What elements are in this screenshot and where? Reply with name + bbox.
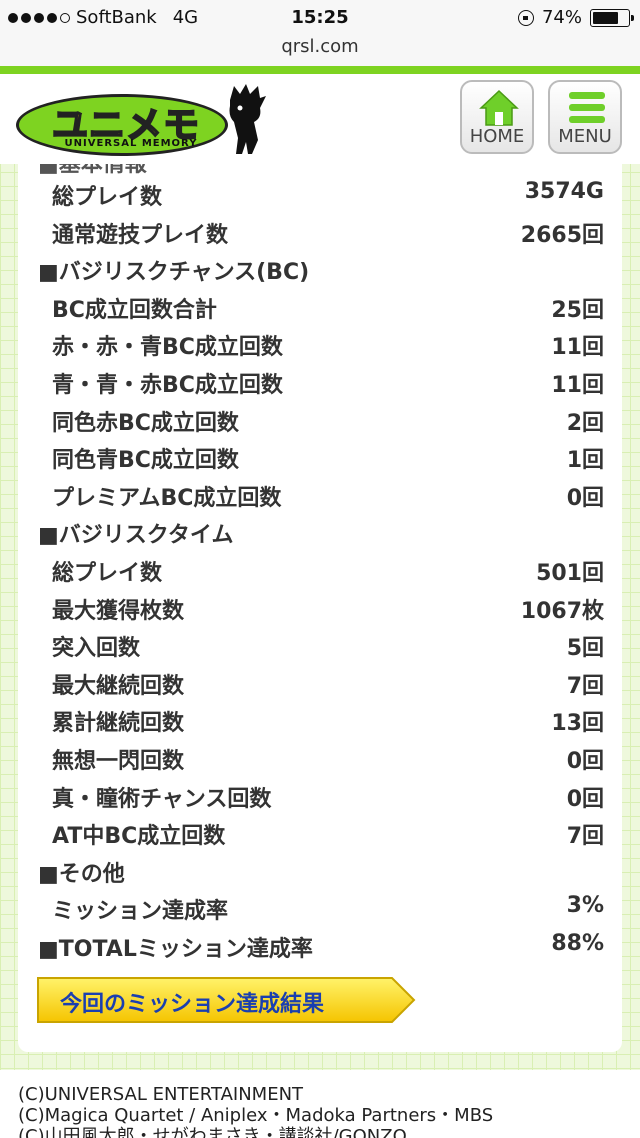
- stat-label: 突入回数: [52, 636, 141, 662]
- section-heading-bc: ■バジリスクチャンス(BC): [38, 260, 310, 286]
- stat-row: 同色青BC成立回数 1回: [18, 438, 622, 475]
- stat-label: プレミアムBC成立回数: [52, 485, 282, 511]
- stat-label: 真・瞳術チャンス回数: [52, 786, 272, 812]
- stat-value: 88%: [551, 931, 604, 956]
- stat-value: 2665回: [520, 222, 604, 248]
- stat-label: 総プレイ数: [52, 561, 163, 586]
- menu-label: MENU: [558, 126, 612, 147]
- header-accent-line: [0, 66, 640, 74]
- stat-row: 累計継続回数 13回: [18, 701, 622, 738]
- footer: (C)UNIVERSAL ENTERTAINMENT (C)Magica Qua…: [0, 1070, 640, 1138]
- site-logo[interactable]: ユニメモ UNIVERSAL MEMORY: [16, 82, 266, 156]
- stat-value: 7回: [566, 673, 604, 699]
- copyright-line: (C)山田風太郎・せがわまさき・講談社/GONZO: [18, 1126, 407, 1138]
- stat-label: BC成立回数合計: [52, 297, 217, 323]
- stat-value: 0回: [566, 786, 604, 812]
- stat-label: 累計継続回数: [52, 711, 185, 737]
- stat-row: AT中BC成立回数 7回: [18, 814, 622, 851]
- stat-row: 突入回数 5回: [18, 626, 622, 663]
- mission-result-button[interactable]: 今回のミッション達成結果: [36, 976, 416, 1024]
- url-text: qrsl.com: [281, 36, 359, 57]
- copyright-line: (C)UNIVERSAL ENTERTAINMENT: [18, 1084, 304, 1105]
- stat-label: 無想一閃回数: [52, 749, 185, 774]
- battery-percent: 74%: [541, 7, 582, 28]
- stat-value: 11回: [551, 335, 604, 361]
- site-header: ユニメモ UNIVERSAL MEMORY HOME MENU: [0, 74, 640, 164]
- stat-label: ミッション達成率: [52, 899, 229, 925]
- stat-value: 0回: [566, 749, 604, 774]
- stat-value: 501回: [536, 561, 604, 586]
- stat-row: 最大継続回数 7回: [18, 664, 622, 701]
- stat-row: ミッション達成率 3%: [18, 889, 622, 926]
- stat-row: BC成立回数合計 25回: [18, 288, 622, 325]
- stat-value: 1067枚: [520, 598, 604, 624]
- stat-label: 同色赤BC成立回数: [52, 410, 239, 436]
- mission-result-label: 今回のミッション達成結果: [60, 992, 325, 1017]
- stat-value: 25回: [551, 297, 604, 323]
- stat-value: 11回: [551, 373, 604, 398]
- section-heading-other: ■その他: [38, 861, 125, 887]
- stat-value: 0回: [566, 485, 604, 511]
- mascot-icon: [229, 84, 266, 154]
- stat-value: 2回: [566, 410, 604, 436]
- home-button[interactable]: HOME: [460, 80, 534, 154]
- stat-value: 7回: [566, 824, 604, 850]
- stat-row: プレミアムBC成立回数 0回: [18, 476, 622, 513]
- stat-label: 通常遊技プレイ数: [52, 222, 229, 248]
- url-bar[interactable]: qrsl.com: [0, 36, 640, 66]
- status-bar: SoftBank 4G 15:25 74%: [0, 0, 640, 36]
- stat-label: AT中BC成立回数: [52, 824, 226, 850]
- stat-row: 最大獲得枚数 1067枚: [18, 589, 622, 626]
- stat-value: 3574G: [524, 179, 604, 204]
- home-label: HOME: [469, 126, 525, 147]
- menu-button[interactable]: MENU: [548, 80, 622, 154]
- stat-row: 真・瞳術チャンス回数 0回: [18, 777, 622, 814]
- stat-row: 無想一閃回数 0回: [18, 739, 622, 776]
- stats-panel: ■基本情報 総プレイ数 3574G 通常遊技プレイ数 2665回 ■バジリスクチャンス(…: [18, 140, 622, 1052]
- stat-value: 5回: [566, 636, 604, 662]
- section-heading-bt: ■バジリスクタイム: [38, 523, 234, 549]
- stat-label: ■TOTALミッション達成率: [38, 937, 313, 962]
- stat-label: 同色青BC成立回数: [52, 448, 239, 474]
- stat-label: 赤・赤・青BC成立回数: [52, 335, 283, 361]
- stat-row: 赤・赤・青BC成立回数 11回: [18, 325, 622, 362]
- stat-row: 青・青・赤BC成立回数 11回: [18, 363, 622, 400]
- hamburger-icon: [569, 92, 605, 123]
- battery-icon: [590, 8, 634, 27]
- stat-value: 3%: [566, 893, 604, 919]
- rotation-lock-icon: [517, 9, 534, 26]
- stat-value: 13回: [551, 711, 604, 737]
- stat-row: 同色赤BC成立回数 2回: [18, 401, 622, 438]
- stat-row: 通常遊技プレイ数 2665回: [18, 213, 622, 250]
- stat-label: 最大継続回数: [52, 673, 185, 699]
- copyright-line: (C)Magica Quartet / Aniplex・Madoka Partn…: [18, 1105, 494, 1126]
- home-icon: [479, 89, 519, 126]
- stat-value: 1回: [566, 448, 604, 474]
- logo-subtitle: UNIVERSAL MEMORY: [64, 138, 198, 149]
- stat-label: 青・青・赤BC成立回数: [52, 373, 283, 398]
- total-row: ■TOTALミッション達成率 88%: [18, 927, 622, 964]
- stat-row: 総プレイ数 3574G: [18, 175, 622, 212]
- stat-label: 最大獲得枚数: [52, 598, 185, 624]
- stat-row: 総プレイ数 501回: [18, 551, 622, 588]
- stat-label: 総プレイ数: [52, 185, 163, 210]
